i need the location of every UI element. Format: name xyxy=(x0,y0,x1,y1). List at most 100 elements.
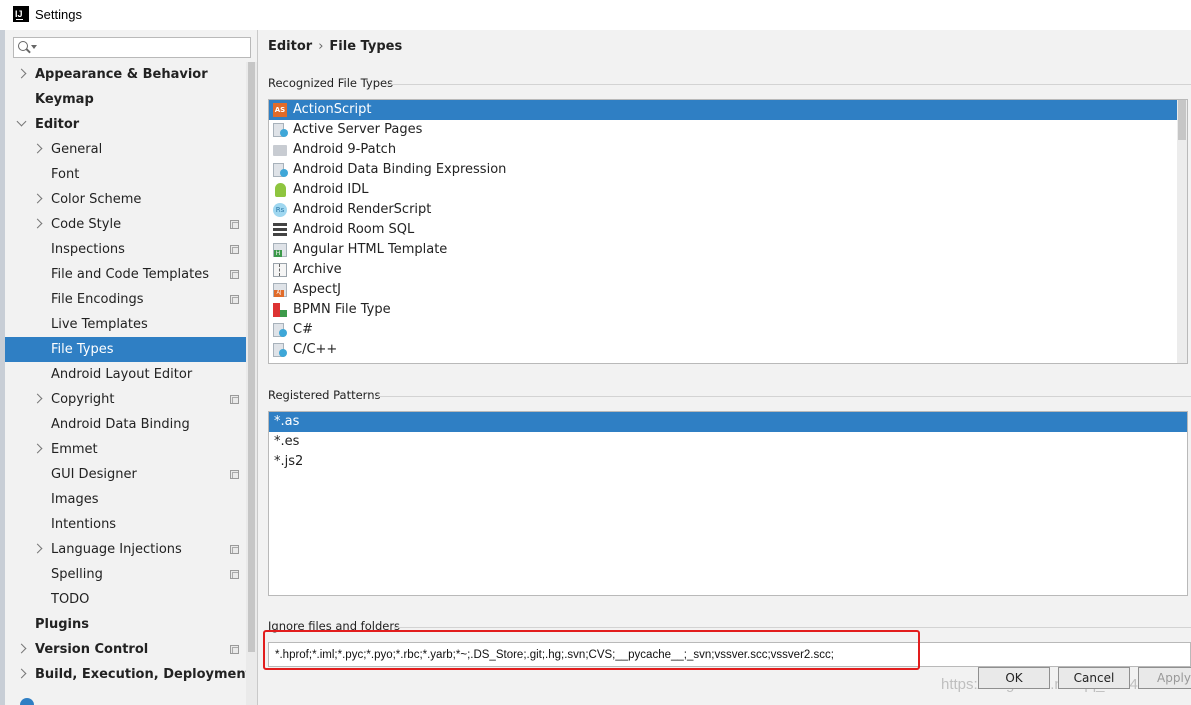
help-icon[interactable] xyxy=(20,698,34,705)
sidebar-item-file-encodings[interactable]: File Encodings xyxy=(5,287,246,312)
chevron-down-icon[interactable] xyxy=(31,45,37,49)
recognized-file-types-list[interactable]: AS ActionScript Active Server Pages Android… xyxy=(268,99,1188,364)
chevron-right-icon[interactable] xyxy=(32,543,43,554)
section-divider xyxy=(386,84,1191,85)
sidebar-item-android-layout-editor[interactable]: Android Layout Editor xyxy=(5,362,246,387)
settings-sidebar: Appearance & Behavior Keymap Editor General… xyxy=(5,30,258,705)
sidebar-item-file-and-code-templates[interactable]: File and Code Templates xyxy=(5,262,246,287)
project-scope-icon xyxy=(230,270,239,279)
sidebar-item-label: Font xyxy=(51,167,80,182)
aj-file-icon xyxy=(273,283,287,297)
pattern-row[interactable]: *.es xyxy=(269,432,1187,452)
sidebar-item-general[interactable]: General xyxy=(5,137,246,162)
file-type-row[interactable]: Android Data Binding Expression xyxy=(269,160,1187,180)
sidebar-item-intentions[interactable]: Intentions xyxy=(5,512,246,537)
chevron-right-icon[interactable] xyxy=(32,218,43,229)
pattern-row[interactable]: *.as xyxy=(269,412,1187,432)
file-type-row[interactable]: C/C++ xyxy=(269,340,1187,360)
file-type-row[interactable]: Archive xyxy=(269,260,1187,280)
sidebar-item-plugins[interactable]: Plugins xyxy=(5,612,246,637)
chevron-down-icon[interactable] xyxy=(16,116,27,127)
sidebar-item-images[interactable]: Images xyxy=(5,487,246,512)
chevron-right-icon[interactable] xyxy=(32,393,43,404)
file-type-row[interactable]: Active Server Pages xyxy=(269,120,1187,140)
adb-file-icon xyxy=(273,163,288,177)
pattern-row[interactable]: *.js2 xyxy=(269,452,1187,472)
sidebar-item-emmet[interactable]: Emmet xyxy=(5,437,246,462)
sidebar-item-label: Intentions xyxy=(51,517,117,532)
sidebar-item-label: Language Injections xyxy=(51,542,182,557)
chevron-right-icon[interactable] xyxy=(16,68,27,79)
sidebar-item-android-data-binding[interactable]: Android Data Binding xyxy=(5,412,246,437)
chevron-right-icon[interactable] xyxy=(32,143,43,154)
file-types-scrollbar-thumb[interactable] xyxy=(1178,100,1186,140)
sidebar-item-label: File and Code Templates xyxy=(51,267,209,282)
sidebar-item-label: Color Scheme xyxy=(51,192,142,207)
breadcrumb-current: File Types xyxy=(329,39,403,54)
apply-button[interactable]: Apply xyxy=(1138,667,1191,689)
sidebar-item-code-style[interactable]: Code Style xyxy=(5,212,246,237)
file-type-row[interactable]: C# xyxy=(269,320,1187,340)
sidebar-item-copyright[interactable]: Copyright xyxy=(5,387,246,412)
ok-button[interactable]: OK xyxy=(978,667,1050,689)
chevron-right-icon[interactable] xyxy=(16,643,27,654)
sidebar-item-label: General xyxy=(51,142,103,157)
file-type-row[interactable]: BPMN File Type xyxy=(269,300,1187,320)
file-type-row[interactable]: Android 9-Patch xyxy=(269,140,1187,160)
project-scope-icon xyxy=(230,395,239,404)
sidebar-item-label: Keymap xyxy=(35,92,94,107)
recognized-file-types-label: Recognized File Types xyxy=(268,76,394,90)
chevron-right-icon[interactable] xyxy=(16,668,27,679)
sidebar-item-version-control[interactable]: Version Control xyxy=(5,637,246,662)
file-type-row[interactable]: AS ActionScript xyxy=(269,100,1187,120)
registered-patterns-list[interactable]: *.as *.es *.js2 xyxy=(268,411,1188,596)
file-type-label: BPMN File Type xyxy=(293,302,391,317)
file-type-label: Angular HTML Template xyxy=(293,242,448,257)
sidebar-item-live-templates[interactable]: Live Templates xyxy=(5,312,246,337)
chevron-right-icon[interactable] xyxy=(32,443,43,454)
sidebar-item-font[interactable]: Font xyxy=(5,162,246,187)
sidebar-item-appearance-behavior[interactable]: Appearance & Behavior xyxy=(5,62,246,87)
file-type-row[interactable]: Angular HTML Template xyxy=(269,240,1187,260)
file-type-row[interactable]: Android IDL xyxy=(269,180,1187,200)
file-type-row[interactable]: Android Room SQL xyxy=(269,220,1187,240)
sidebar-item-gui-designer[interactable]: GUI Designer xyxy=(5,462,246,487)
html-file-icon xyxy=(273,243,287,257)
sidebar-item-todo[interactable]: TODO xyxy=(5,587,246,612)
file-type-label: Android Data Binding Expression xyxy=(293,162,507,177)
app-logo-icon: IJ xyxy=(13,6,29,22)
title-bar: IJ Settings xyxy=(0,0,1191,30)
sidebar-scrollbar-thumb[interactable] xyxy=(248,62,255,652)
cs-file-icon xyxy=(273,323,287,337)
file-type-label: C# xyxy=(293,322,313,337)
as-file-icon: AS xyxy=(273,103,287,117)
sidebar-item-label: Android Data Binding xyxy=(51,417,190,432)
chevron-right-icon[interactable] xyxy=(32,193,43,204)
sidebar-item-color-scheme[interactable]: Color Scheme xyxy=(5,187,246,212)
sidebar-item-language-injections[interactable]: Language Injections xyxy=(5,537,246,562)
search-icon[interactable] xyxy=(18,41,28,51)
cancel-button[interactable]: Cancel xyxy=(1058,667,1130,689)
breadcrumb-parent[interactable]: Editor xyxy=(268,39,312,54)
sidebar-item-label: Plugins xyxy=(35,617,89,632)
file-type-row[interactable]: AspectJ xyxy=(269,280,1187,300)
file-type-row[interactable]: Rs Android RenderScript xyxy=(269,200,1187,220)
sidebar-scrollbar[interactable] xyxy=(246,62,257,705)
file-type-label: Android Room SQL xyxy=(293,222,415,237)
sidebar-item-inspections[interactable]: Inspections xyxy=(5,237,246,262)
sidebar-item-keymap[interactable]: Keymap xyxy=(5,87,246,112)
sidebar-item-editor[interactable]: Editor xyxy=(5,112,246,137)
section-divider xyxy=(394,627,1191,628)
sidebar-item-file-types[interactable]: File Types xyxy=(5,337,246,362)
project-scope-icon xyxy=(230,295,239,304)
cpp-file-icon xyxy=(273,343,287,357)
project-scope-icon xyxy=(230,470,239,479)
ignore-files-input[interactable] xyxy=(268,642,1191,667)
settings-search-box[interactable] xyxy=(13,37,251,58)
settings-search-input[interactable] xyxy=(40,39,245,56)
file-types-scrollbar[interactable] xyxy=(1177,100,1187,363)
sidebar-item-label: Copyright xyxy=(51,392,115,407)
sidebar-item-spelling[interactable]: Spelling xyxy=(5,562,246,587)
sidebar-item-label: Inspections xyxy=(51,242,125,257)
sidebar-item-build-execution-deployment[interactable]: Build, Execution, Deployment xyxy=(5,662,252,687)
